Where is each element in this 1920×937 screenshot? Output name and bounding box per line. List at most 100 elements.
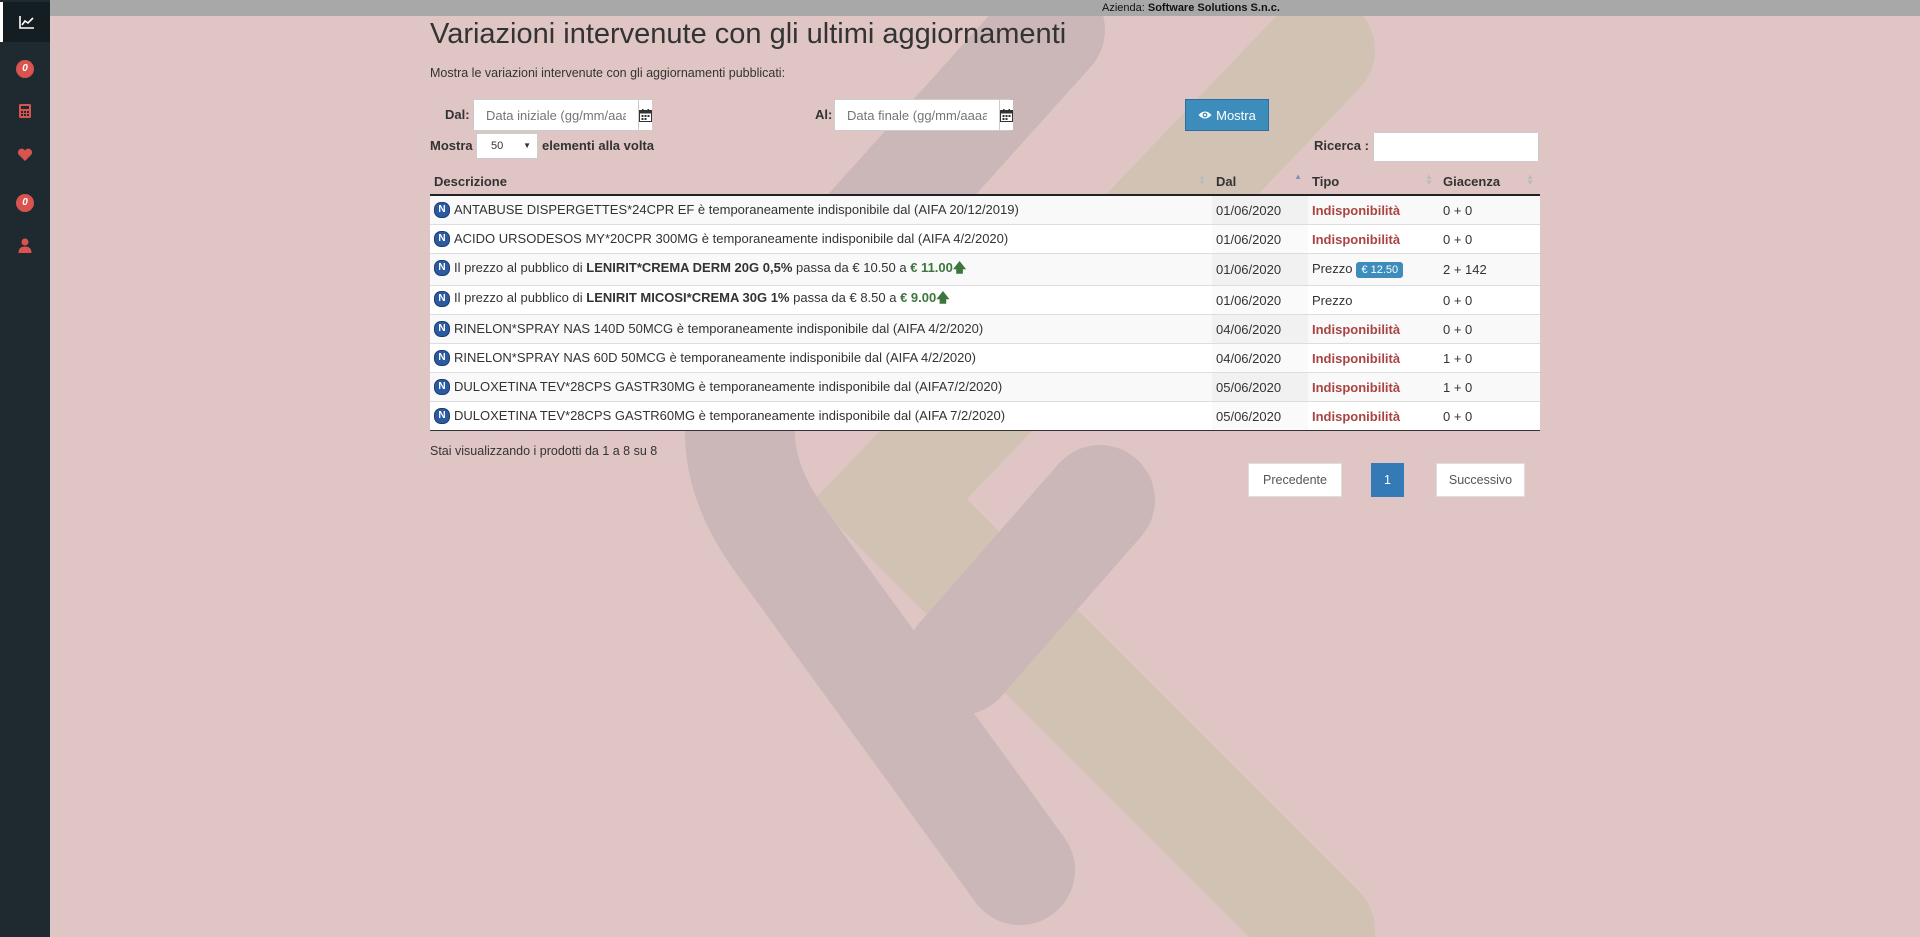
table-row[interactable]: N Il prezzo al pubblico di LENIRIT*CREMA … bbox=[430, 253, 1540, 286]
page-size-value: 50 bbox=[491, 140, 504, 152]
table-row[interactable]: N ACIDO URSODESOS MY*20CPR 300MG è tempor… bbox=[430, 224, 1540, 254]
search-input[interactable] bbox=[1373, 132, 1539, 162]
new-badge-icon: N bbox=[434, 379, 450, 396]
to-date-group bbox=[834, 99, 1013, 131]
heart-icon bbox=[17, 148, 33, 161]
to-calendar-button[interactable] bbox=[999, 100, 1013, 130]
eye-icon bbox=[1198, 111, 1212, 119]
new-badge-icon: N bbox=[434, 290, 450, 307]
row-type: Indisponibilità bbox=[1308, 372, 1439, 402]
page-1-button[interactable]: 1 bbox=[1371, 463, 1404, 497]
page-size-suffix: elementi alla volta bbox=[542, 138, 654, 153]
top-bar: Azienda: Software Solutions S.n.c. bbox=[0, 0, 1920, 16]
page-title: Variazioni intervenute con gli ultimi ag… bbox=[430, 18, 1067, 50]
user-icon bbox=[18, 238, 32, 253]
table-row[interactable]: N RINELON*SPRAY NAS 60D 50MCG è temporane… bbox=[430, 343, 1540, 373]
row-date: 01/06/2020 bbox=[1212, 285, 1308, 315]
from-calendar-button[interactable] bbox=[638, 100, 652, 130]
sidebar-item-dashboard[interactable] bbox=[0, 2, 50, 42]
row-stock: 0 + 0 bbox=[1439, 314, 1540, 344]
column-header-date[interactable]: Dal ▲ bbox=[1212, 168, 1308, 196]
sidebar: 0 0 bbox=[0, 0, 50, 937]
price-badge: € 12.50 bbox=[1356, 262, 1404, 278]
next-page-button[interactable]: Successivo bbox=[1436, 463, 1525, 497]
previous-page-button[interactable]: Precedente bbox=[1248, 463, 1342, 497]
sort-icon: ▲ ▼ bbox=[1526, 172, 1534, 187]
row-desc-mid: passa da € 10.50 a bbox=[796, 259, 907, 275]
row-stock: 1 + 0 bbox=[1439, 343, 1540, 373]
new-badge-icon: N bbox=[434, 202, 450, 219]
chevron-down-icon: ▼ bbox=[523, 141, 531, 150]
row-date: 01/06/2020 bbox=[1212, 224, 1308, 254]
row-type: Prezzo bbox=[1312, 261, 1353, 276]
to-date-input[interactable] bbox=[835, 100, 999, 130]
row-date: 01/06/2020 bbox=[1212, 253, 1308, 286]
table-row[interactable]: N ANTABUSE DISPERGETTES*24CPR EF è tempor… bbox=[430, 194, 1540, 225]
row-new-price: € 11.00 bbox=[910, 259, 953, 275]
new-badge-icon: N bbox=[434, 231, 450, 248]
sort-icon: ▲ ▼ bbox=[1425, 172, 1433, 187]
column-header-description[interactable]: Descrizione ▲ ▼ bbox=[430, 168, 1212, 196]
notification-badge: 0 bbox=[16, 60, 34, 78]
sidebar-item-favorites[interactable] bbox=[0, 135, 50, 175]
table-row[interactable]: N DULOXETINA TEV*28CPS GASTR30MG è tempor… bbox=[430, 372, 1540, 402]
row-type: Prezzo bbox=[1308, 285, 1439, 315]
to-date-label: Al: bbox=[815, 107, 833, 122]
arrow-up-icon: 🡅 bbox=[952, 259, 967, 275]
row-date: 04/06/2020 bbox=[1212, 343, 1308, 373]
row-date: 05/06/2020 bbox=[1212, 372, 1308, 402]
pagination-info: Stai visualizzando i prodotti da 1 a 8 s… bbox=[430, 444, 658, 458]
from-date-label: Dal: bbox=[445, 107, 470, 122]
row-stock: 0 + 0 bbox=[1439, 285, 1540, 315]
page-size-select[interactable]: 50 ▼ bbox=[476, 133, 538, 159]
table-header-row: Descrizione ▲ ▼ Dal ▲ Tipo ▲ ▼ Giacenza ▲ ▼ bbox=[430, 168, 1540, 196]
row-description: RINELON*SPRAY NAS 60D 50MCG è temporanea… bbox=[454, 349, 976, 365]
column-header-type[interactable]: Tipo ▲ ▼ bbox=[1308, 168, 1439, 196]
row-type: Indisponibilità bbox=[1308, 224, 1439, 254]
show-button-label: Mostra bbox=[1216, 107, 1256, 123]
alert-badge: 0 bbox=[16, 194, 34, 212]
row-date: 01/06/2020 bbox=[1212, 194, 1308, 225]
row-stock: 0 + 0 bbox=[1439, 401, 1540, 431]
row-description: DULOXETINA TEV*28CPS GASTR60MG è tempora… bbox=[454, 407, 1006, 423]
row-type: Indisponibilità bbox=[1308, 314, 1439, 344]
row-desc-mid: passa da € 8.50 a bbox=[793, 290, 897, 305]
table-row[interactable]: N Il prezzo al pubblico di LENIRIT MICOSI… bbox=[430, 285, 1540, 315]
from-date-input[interactable] bbox=[474, 100, 638, 130]
calculator-icon bbox=[19, 104, 31, 118]
new-badge-icon: N bbox=[434, 408, 450, 425]
show-button[interactable]: Mostra bbox=[1185, 99, 1269, 131]
sidebar-item-calculator[interactable] bbox=[0, 91, 50, 131]
table-row[interactable]: N DULOXETINA TEV*28CPS GASTR60MG è tempor… bbox=[430, 401, 1540, 431]
calendar-icon bbox=[639, 108, 652, 122]
background-logo bbox=[685, 0, 1375, 937]
row-desc-prefix: Il prezzo al pubblico di bbox=[454, 290, 583, 305]
column-header-stock[interactable]: Giacenza ▲ ▼ bbox=[1439, 168, 1540, 196]
calendar-icon bbox=[1000, 108, 1013, 122]
row-desc-prefix: Il prezzo al pubblico di bbox=[454, 259, 583, 275]
row-type: Indisponibilità bbox=[1308, 194, 1439, 225]
row-description: ACIDO URSODESOS MY*20CPR 300MG è tempora… bbox=[454, 230, 1009, 246]
row-stock: 2 + 142 bbox=[1439, 253, 1540, 286]
row-stock: 1 + 0 bbox=[1439, 372, 1540, 402]
page-subtitle: Mostra le variazioni intervenute con gli… bbox=[430, 66, 786, 80]
new-badge-icon: N bbox=[434, 350, 450, 367]
row-description: ANTABUSE DISPERGETTES*24CPR EF è tempora… bbox=[454, 201, 1019, 217]
new-badge-icon: N bbox=[434, 321, 450, 338]
row-stock: 0 + 0 bbox=[1439, 194, 1540, 225]
row-description: RINELON*SPRAY NAS 140D 50MCG è temporane… bbox=[454, 320, 984, 336]
sidebar-item-user[interactable] bbox=[0, 225, 50, 265]
company-info: Azienda: Software Solutions S.n.c. bbox=[1102, 2, 1280, 14]
row-stock: 0 + 0 bbox=[1439, 224, 1540, 254]
arrow-up-icon: 🡅 bbox=[936, 290, 950, 305]
row-type: Indisponibilità bbox=[1308, 343, 1439, 373]
sort-icon: ▲ ▼ bbox=[1198, 172, 1206, 187]
row-date: 05/06/2020 bbox=[1212, 401, 1308, 431]
new-badge-icon: N bbox=[434, 260, 450, 277]
sidebar-item-alerts[interactable]: 0 bbox=[0, 183, 50, 223]
sidebar-item-notifications[interactable]: 0 bbox=[0, 49, 50, 89]
table-row[interactable]: N RINELON*SPRAY NAS 140D 50MCG è temporan… bbox=[430, 314, 1540, 344]
sort-asc-icon: ▲ bbox=[1294, 172, 1302, 181]
page-size-prefix: Mostra bbox=[430, 138, 473, 153]
from-date-group bbox=[473, 99, 652, 131]
